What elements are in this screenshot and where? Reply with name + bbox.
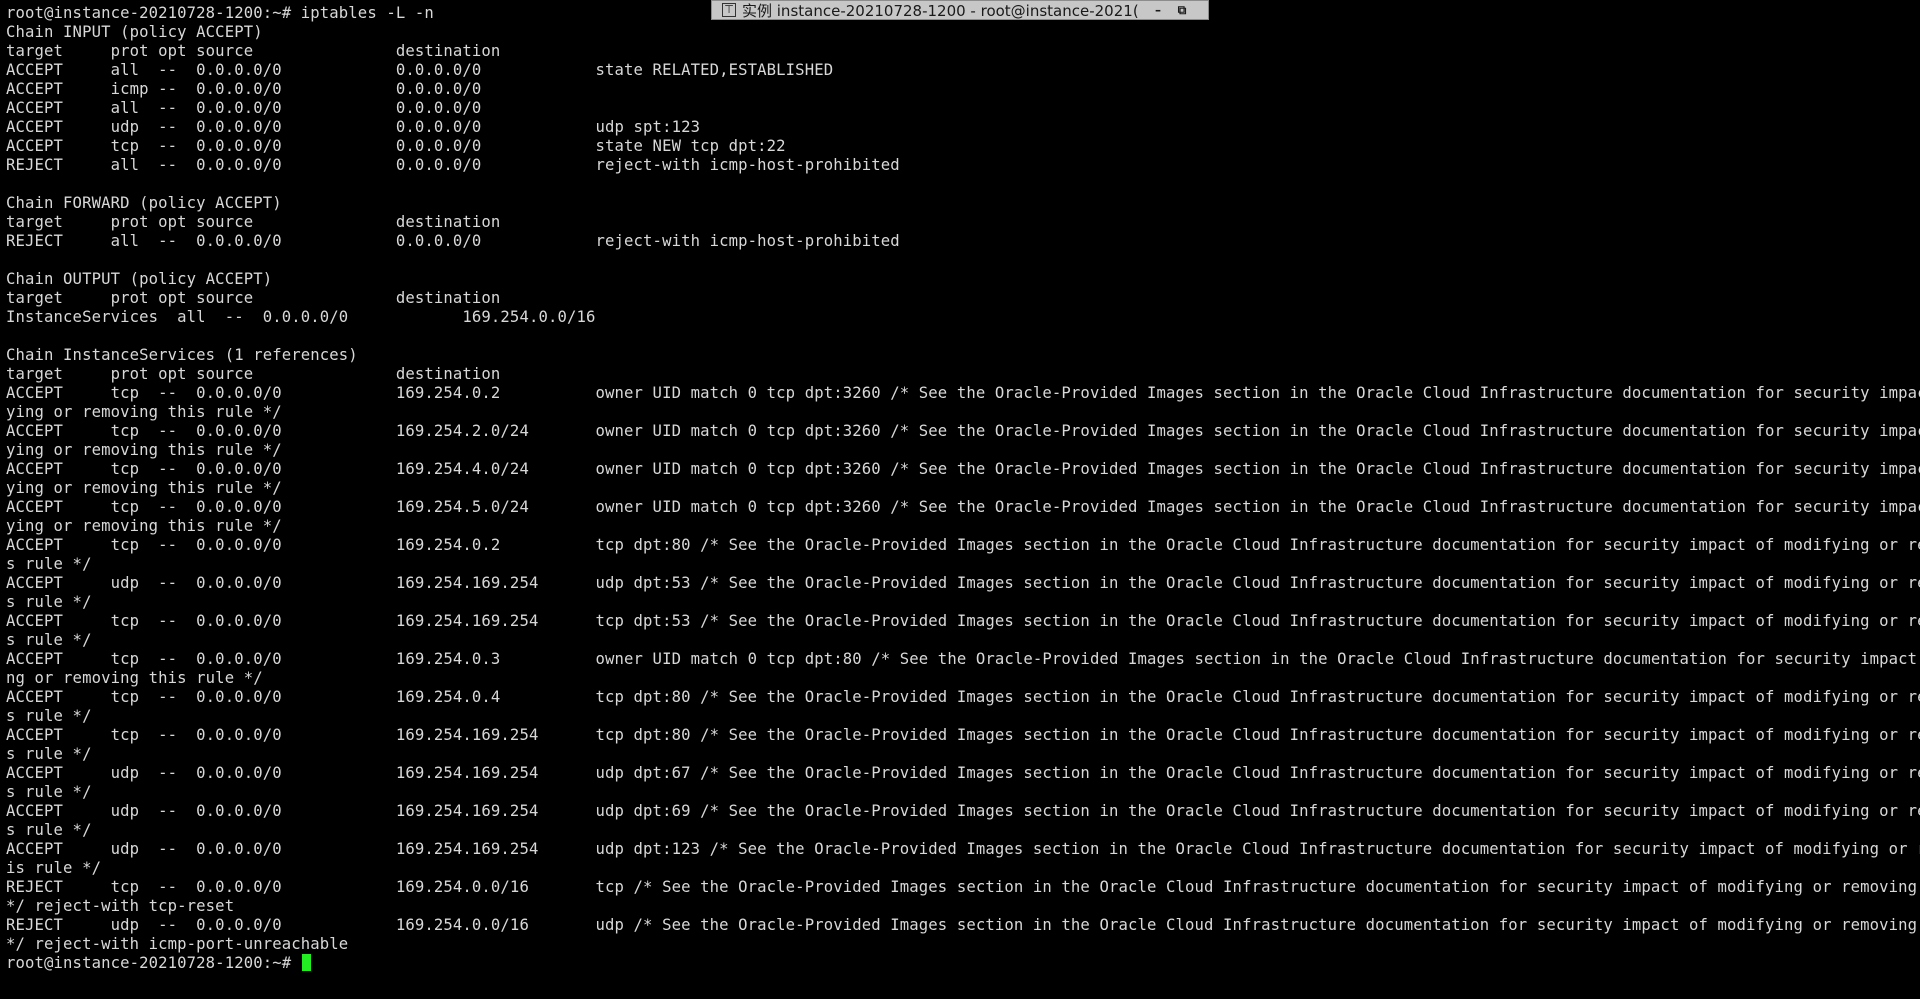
terminal-line: ACCEPT tcp -- 0.0.0.0/0 169.254.2.0/24 o… <box>6 422 1920 440</box>
terminal-line: ng or removing this rule */ <box>6 669 263 687</box>
terminal-line: s rule */ <box>6 783 92 801</box>
terminal-line: ACCEPT udp -- 0.0.0.0/0 169.254.169.254 … <box>6 802 1920 820</box>
terminal-line: ying or removing this rule */ <box>6 479 282 497</box>
terminal-line: ACCEPT tcp -- 0.0.0.0/0 169.254.169.254 … <box>6 726 1920 744</box>
terminal-line: ACCEPT udp -- 0.0.0.0/0 169.254.169.254 … <box>6 840 1920 858</box>
terminal-line: REJECT tcp -- 0.0.0.0/0 169.254.0.0/16 t… <box>6 878 1920 896</box>
terminal-line: */ reject-with icmp-port-unreachable <box>6 935 349 953</box>
terminal-line: ACCEPT all -- 0.0.0.0/0 0.0.0.0/0 state … <box>6 61 834 79</box>
window-title: 实例 instance-20210728-1200 - root@instanc… <box>742 1 1139 20</box>
terminal-line: s rule */ <box>6 821 92 839</box>
terminal-line: REJECT udp -- 0.0.0.0/0 169.254.0.0/16 u… <box>6 916 1920 934</box>
window-title-bar[interactable]: ⊤ 实例 instance-20210728-1200 - root@insta… <box>711 0 1209 20</box>
terminal-line: Chain INPUT (policy ACCEPT) <box>6 23 263 41</box>
terminal-line: ACCEPT tcp -- 0.0.0.0/0 169.254.4.0/24 o… <box>6 460 1920 478</box>
text-cursor <box>301 954 311 971</box>
terminal-line: ACCEPT tcp -- 0.0.0.0/0 169.254.0.4 tcp … <box>6 688 1920 706</box>
terminal-line: target prot opt source destination <box>6 289 501 307</box>
terminal-line: ying or removing this rule */ <box>6 517 282 535</box>
terminal-line: s rule */ <box>6 631 92 649</box>
terminal-line: s rule */ <box>6 745 92 763</box>
command-prompt-line[interactable]: root@instance-20210728-1200:~# <box>6 954 1920 973</box>
terminal-line: ACCEPT tcp -- 0.0.0.0/0 169.254.0.2 tcp … <box>6 536 1920 554</box>
terminal-line: REJECT all -- 0.0.0.0/0 0.0.0.0/0 reject… <box>6 156 900 174</box>
terminal-line: s rule */ <box>6 555 92 573</box>
terminal-line: is rule */ <box>6 859 102 877</box>
terminal-line: ACCEPT tcp -- 0.0.0.0/0 0.0.0.0/0 state … <box>6 137 786 155</box>
terminal-line: */ reject-with tcp-reset <box>6 897 235 915</box>
terminal-line: Chain OUTPUT (policy ACCEPT) <box>6 270 273 288</box>
terminal-line: ACCEPT udp -- 0.0.0.0/0 0.0.0.0/0 udp sp… <box>6 118 701 136</box>
terminal-line: ACCEPT icmp -- 0.0.0.0/0 0.0.0.0/0 <box>6 80 482 98</box>
terminal-line: ACCEPT tcp -- 0.0.0.0/0 169.254.5.0/24 o… <box>6 498 1920 516</box>
terminal-output: root@instance-20210728-1200:~# iptables … <box>6 4 1920 973</box>
terminal-line: ACCEPT udp -- 0.0.0.0/0 169.254.169.254 … <box>6 574 1920 592</box>
pin-icon[interactable]: ⊤ <box>722 3 736 17</box>
terminal-line: Chain FORWARD (policy ACCEPT) <box>6 194 282 212</box>
terminal-line: REJECT all -- 0.0.0.0/0 0.0.0.0/0 reject… <box>6 232 900 250</box>
restore-icon[interactable]: ⧉ <box>1174 2 1190 18</box>
terminal-line: target prot opt source destination <box>6 42 501 60</box>
terminal-line: ACCEPT tcp -- 0.0.0.0/0 169.254.169.254 … <box>6 612 1920 630</box>
terminal-line: target prot opt source destination <box>6 213 501 231</box>
minimize-icon[interactable]: – <box>1150 2 1166 18</box>
terminal-line: Chain InstanceServices (1 references) <box>6 346 358 364</box>
terminal-line: ACCEPT all -- 0.0.0.0/0 0.0.0.0/0 <box>6 99 482 117</box>
terminal-line: ACCEPT tcp -- 0.0.0.0/0 169.254.0.2 owne… <box>6 384 1920 402</box>
terminal-window[interactable]: root@instance-20210728-1200:~# iptables … <box>0 0 1920 999</box>
terminal-line: ying or removing this rule */ <box>6 441 282 459</box>
terminal-line: s rule */ <box>6 707 92 725</box>
shell-prompt: root@instance-20210728-1200:~# <box>6 954 301 972</box>
terminal-line: ACCEPT tcp -- 0.0.0.0/0 169.254.0.3 owne… <box>6 650 1920 668</box>
terminal-line: ying or removing this rule */ <box>6 403 282 421</box>
terminal-line: s rule */ <box>6 593 92 611</box>
terminal-line: target prot opt source destination <box>6 365 501 383</box>
terminal-line: InstanceServices all -- 0.0.0.0/0 169.25… <box>6 308 596 326</box>
terminal-line: ACCEPT udp -- 0.0.0.0/0 169.254.169.254 … <box>6 764 1920 782</box>
